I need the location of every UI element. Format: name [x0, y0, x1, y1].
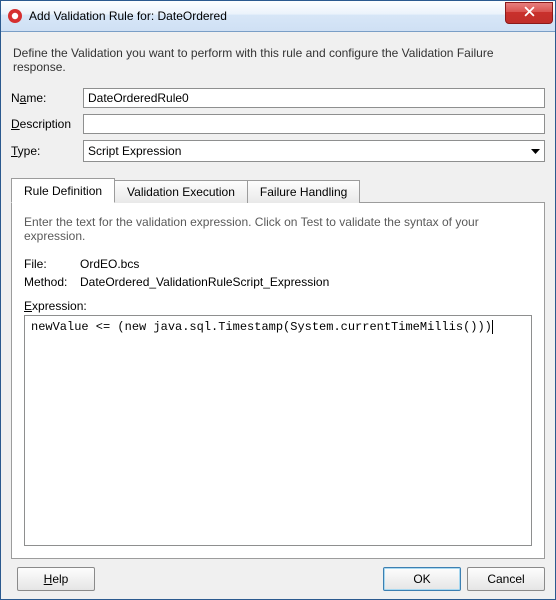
chevron-down-icon	[531, 144, 540, 158]
text-caret	[492, 320, 493, 334]
client-area: Define the Validation you want to perfor…	[1, 32, 555, 599]
tab-failure-handling[interactable]: Failure Handling	[248, 180, 360, 203]
tab-panel-rule-definition: Enter the text for the validation expres…	[11, 202, 545, 559]
tab-strip: Rule Definition Validation Execution Fai…	[11, 178, 545, 202]
method-label: Method:	[24, 275, 80, 289]
name-label: Name:	[11, 91, 83, 105]
name-input[interactable]	[83, 88, 545, 108]
row-description: Description	[11, 114, 545, 134]
file-label: File:	[24, 257, 80, 271]
expression-text: newValue <= (new java.sql.Timestamp(Syst…	[31, 320, 492, 334]
method-value: DateOrdered_ValidationRuleScript_Express…	[80, 275, 329, 289]
close-icon	[524, 6, 535, 20]
type-label: Type:	[11, 144, 83, 158]
description-label: Description	[11, 117, 83, 131]
app-icon	[7, 8, 23, 24]
row-type: Type: Script Expression	[11, 140, 545, 162]
help-button[interactable]: Help	[17, 567, 95, 591]
file-value: OrdEO.bcs	[80, 257, 139, 271]
tabs: Rule Definition Validation Execution Fai…	[11, 178, 545, 559]
row-name: Name:	[11, 88, 545, 108]
button-row: Help OK Cancel	[11, 567, 545, 591]
titlebar: Add Validation Rule for: DateOrdered	[1, 1, 555, 32]
tab-validation-execution[interactable]: Validation Execution	[115, 180, 248, 203]
tab-rule-definition[interactable]: Rule Definition	[11, 178, 115, 203]
cancel-button[interactable]: Cancel	[467, 567, 545, 591]
dialog-window: Add Validation Rule for: DateOrdered Def…	[0, 0, 556, 600]
dialog-intro: Define the Validation you want to perfor…	[13, 46, 543, 74]
panel-intro: Enter the text for the validation expres…	[24, 215, 532, 243]
expression-textarea[interactable]: newValue <= (new java.sql.Timestamp(Syst…	[24, 315, 532, 546]
expression-label: Expression:	[24, 299, 532, 313]
window-title: Add Validation Rule for: DateOrdered	[29, 9, 505, 23]
close-button[interactable]	[505, 2, 553, 24]
type-select-value: Script Expression	[88, 144, 181, 158]
ok-button[interactable]: OK	[383, 567, 461, 591]
row-method: Method: DateOrdered_ValidationRuleScript…	[24, 275, 532, 289]
row-file: File: OrdEO.bcs	[24, 257, 532, 271]
type-select[interactable]: Script Expression	[83, 140, 545, 162]
description-input[interactable]	[83, 114, 545, 134]
